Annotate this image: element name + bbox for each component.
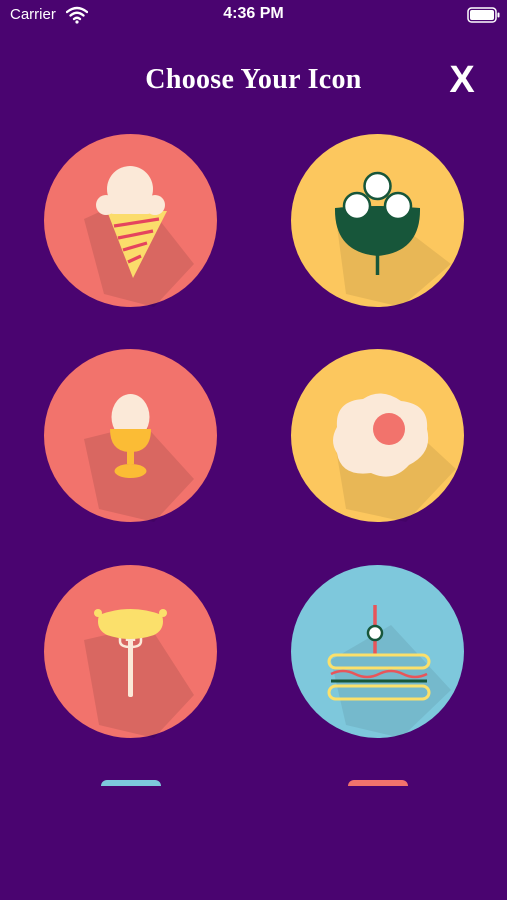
icon-option-partial-left[interactable] <box>101 780 161 786</box>
plant-icon <box>291 134 464 307</box>
fried-egg-icon <box>291 349 464 522</box>
icon-option-ice-cream[interactable] <box>44 134 217 307</box>
ice-cream-icon <box>44 134 217 307</box>
battery-icon <box>467 7 500 23</box>
icon-option-plant[interactable] <box>291 134 464 307</box>
icon-option-sausage[interactable] <box>44 565 217 738</box>
icon-option-fried-egg[interactable] <box>291 349 464 522</box>
sandwich-icon <box>291 565 464 738</box>
page-title: Choose Your Icon <box>145 64 362 95</box>
close-button[interactable]: X <box>440 58 484 102</box>
sausage-fork-icon <box>44 565 217 738</box>
status-bar: Carrier 4:36 PM <box>0 0 507 30</box>
status-time: 4:36 PM <box>223 5 284 22</box>
icon-option-boiled-egg[interactable] <box>44 349 217 522</box>
icon-option-partial-right[interactable] <box>348 780 408 786</box>
boiled-egg-icon <box>44 349 217 522</box>
icon-option-sandwich[interactable] <box>291 565 464 738</box>
